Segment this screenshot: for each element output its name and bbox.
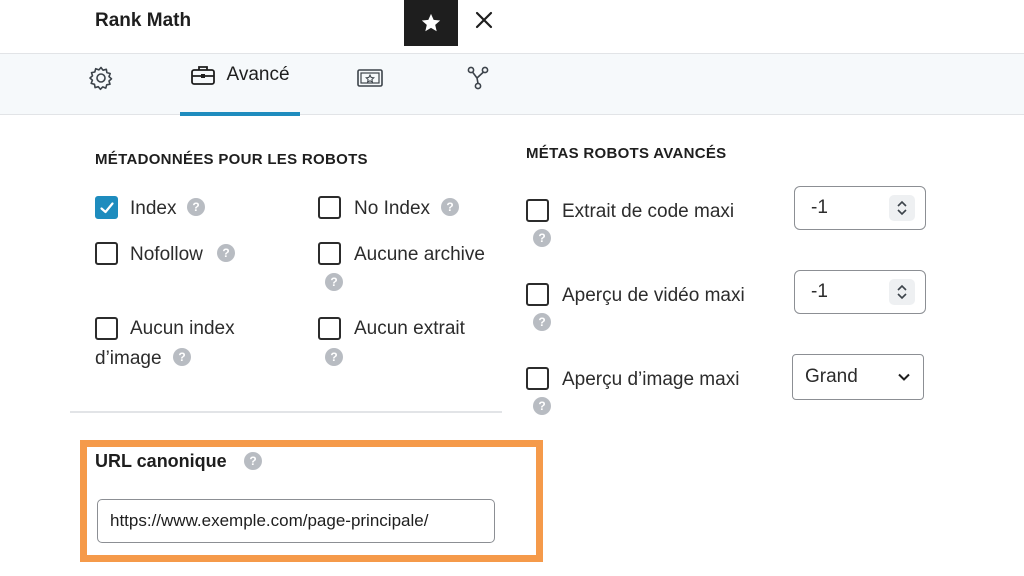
help-icon[interactable]: ?: [173, 348, 191, 366]
max-snippet-label: Extrait de code maxi: [562, 201, 735, 222]
close-icon: [475, 11, 493, 29]
schema-icon: [357, 69, 383, 87]
share-network-icon: [467, 66, 489, 90]
toolbox-icon: [191, 66, 216, 85]
tab-bar: Avancé: [0, 53, 1024, 116]
help-icon[interactable]: ?: [187, 198, 205, 216]
checkbox-noarchive[interactable]: [318, 242, 341, 265]
checkbox-max-image[interactable]: [526, 367, 549, 390]
max-video-value: -1: [811, 281, 828, 302]
max-snippet-value: -1: [811, 197, 828, 218]
help-icon[interactable]: ?: [533, 397, 551, 415]
canonical-url-value: https://www.exemple.com/page-principale/: [110, 511, 429, 530]
checkbox-max-snippet[interactable]: [526, 199, 549, 222]
active-tab-indicator: [180, 112, 300, 116]
canonical-url-input[interactable]: https://www.exemple.com/page-principale/: [97, 499, 495, 543]
star-icon: [421, 13, 441, 32]
noimageindex-label-line2: d’image: [95, 348, 162, 369]
panel-title: Rank Math: [95, 10, 192, 31]
checkbox-noimageindex[interactable]: [95, 317, 118, 340]
chevron-up-down-icon: [897, 284, 907, 300]
gear-icon: [89, 66, 113, 91]
checkbox-nosnippet[interactable]: [318, 317, 341, 340]
checkmark-icon: [99, 201, 114, 213]
checkbox-noindex[interactable]: [318, 196, 341, 219]
help-icon[interactable]: ?: [533, 313, 551, 331]
tab-schema[interactable]: [350, 54, 390, 102]
help-icon[interactable]: ?: [244, 452, 262, 470]
max-video-label: Aperçu de vidéo maxi: [562, 285, 745, 306]
noindex-label: No Index: [354, 198, 431, 219]
max-snippet-stepper[interactable]: [889, 195, 915, 221]
help-icon[interactable]: ?: [533, 229, 551, 247]
advanced-robots-title: MÉTAS ROBOTS AVANCÉS: [526, 145, 727, 162]
section-divider: [70, 411, 502, 413]
nosnippet-label: Aucun extrait: [354, 318, 465, 339]
checkbox-nofollow[interactable]: [95, 242, 118, 265]
noarchive-label: Aucune archive: [354, 244, 485, 265]
checkbox-index[interactable]: [95, 196, 118, 219]
robots-meta-title: MÉTADONNÉES POUR LES ROBOTS: [95, 151, 368, 168]
nofollow-label: Nofollow: [130, 244, 203, 265]
help-icon[interactable]: ?: [441, 198, 459, 216]
close-button[interactable]: [468, 4, 500, 36]
checkbox-max-video[interactable]: [526, 283, 549, 306]
max-video-input[interactable]: -1: [794, 270, 926, 314]
max-image-label: Aperçu d’image maxi: [562, 369, 740, 390]
index-label: Index: [130, 198, 177, 219]
help-icon[interactable]: ?: [217, 244, 235, 262]
tab-advanced-label: Avancé: [226, 64, 290, 85]
tab-general[interactable]: [78, 54, 124, 102]
chevron-up-down-icon: [897, 200, 907, 216]
help-icon[interactable]: ?: [325, 348, 343, 366]
help-icon[interactable]: ?: [325, 273, 343, 291]
max-image-value: Grand: [805, 366, 858, 387]
canonical-label: URL canonique: [95, 451, 227, 471]
tab-advanced[interactable]: Avancé: [180, 54, 300, 116]
noimageindex-label: Aucun index: [130, 318, 235, 339]
max-image-select[interactable]: Grand: [792, 354, 924, 400]
chevron-down-icon: [898, 373, 910, 381]
tab-social[interactable]: [458, 54, 498, 102]
max-video-stepper[interactable]: [889, 279, 915, 305]
max-snippet-input[interactable]: -1: [794, 186, 926, 230]
favorite-button[interactable]: [404, 0, 458, 46]
